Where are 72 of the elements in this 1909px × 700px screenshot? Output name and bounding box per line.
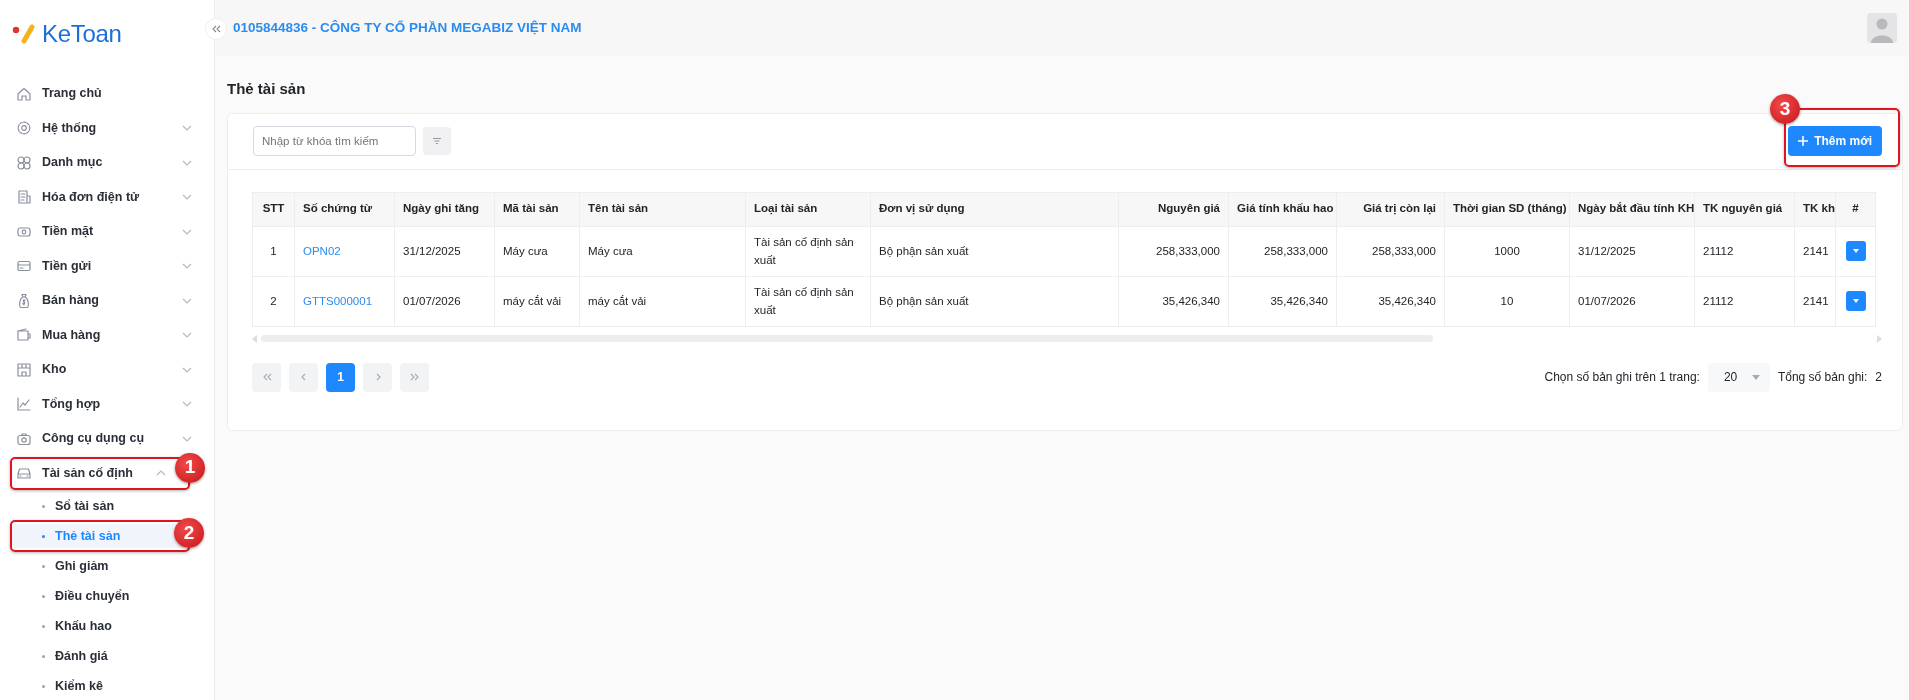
table-cell: máy cắt vải	[494, 276, 580, 326]
table-cell: 31/12/2025	[394, 226, 495, 276]
sidebar-item[interactable]: Tiền gửi	[0, 252, 204, 280]
sidebar-subitem[interactable]: Điều chuyển	[12, 584, 188, 608]
annotation-badge: 2	[174, 518, 204, 548]
total-label: Tổng số bản ghi:	[1777, 369, 1868, 386]
sidebar-item[interactable]: Tài sản cố định	[0, 459, 170, 487]
column-header: Thời gian SD (tháng)	[1444, 192, 1570, 226]
annotation-badge: 3	[1770, 94, 1801, 124]
sidebar-subitem[interactable]: Đánh giá	[12, 644, 188, 668]
table-cell: 21112	[1694, 276, 1795, 326]
company-name: 0105844836 - CÔNG TY CỔ PHẦN MEGABIZ VIỆT NAM	[233, 18, 582, 37]
table-cell: 258,333,000	[1228, 226, 1337, 276]
table-cell: Tài sản cố định sản xuất	[745, 276, 871, 326]
sidebar-item[interactable]: Trang chủ	[0, 80, 204, 107]
column-header: Ngày bắt đầu tính KH	[1569, 192, 1695, 226]
column-header: #	[1835, 192, 1876, 226]
annotation-badge: 1	[175, 452, 205, 483]
table-cell: 35,426,340	[1118, 276, 1229, 326]
table-cell: 10	[1444, 276, 1570, 326]
column-header: Ngày ghi tăng	[394, 192, 495, 226]
table-cell: 01/07/2026	[394, 276, 495, 326]
column-header: TK kh	[1794, 192, 1836, 226]
sidebar-item[interactable]: Danh mục	[0, 149, 204, 176]
search-field[interactable]: Nhập từ khóa tìm kiếm	[253, 126, 416, 156]
column-header: Nguyên giá	[1118, 192, 1229, 226]
sidebar-subitem[interactable]: Sổ tài sản	[12, 494, 188, 518]
table-cell: 258,333,000	[1118, 226, 1229, 276]
table-cell: 21112	[1694, 226, 1795, 276]
table-cell: 1	[252, 226, 295, 276]
sidebar-subitem[interactable]: Khấu hao	[12, 614, 188, 638]
table-cell: 2141	[1794, 226, 1836, 276]
page-title: Thẻ tài sản	[227, 79, 307, 99]
column-header: Số chứng từ	[294, 192, 395, 226]
total-count: 2	[1875, 369, 1882, 386]
page-size-select[interactable]: 20	[1707, 362, 1770, 392]
table-cell: 31/12/2025	[1569, 226, 1695, 276]
table-cell: 2141	[1794, 276, 1836, 326]
table-cell: 1000	[1444, 226, 1570, 276]
column-header: Tên tài sản	[579, 192, 746, 226]
table-cell: 35,426,340	[1228, 276, 1337, 326]
table-cell: 35,426,340	[1336, 276, 1445, 326]
sidebar-item[interactable]: Kho	[0, 356, 204, 383]
sidebar-item[interactable]: Hóa đơn điện tử	[0, 183, 204, 211]
table-cell: 2	[252, 276, 295, 326]
sidebar-item[interactable]: Bán hàng	[0, 287, 204, 314]
document-link[interactable]: GTTS000001	[303, 294, 373, 307]
sidebar-subitem[interactable]: Kiểm kê	[12, 674, 188, 698]
column-header: TK nguyên giá	[1694, 192, 1795, 226]
column-header: Giá trị còn lại	[1336, 192, 1445, 226]
table-cell: 01/07/2026	[1569, 276, 1695, 326]
table-cell: Bộ phận sản xuất	[870, 276, 1119, 326]
sidebar-item[interactable]: Tổng hợp	[0, 390, 204, 418]
column-header: Giá tính khấu hao	[1228, 192, 1337, 226]
table-cell: Tài sản cố định sản xuất	[745, 226, 871, 276]
table-cell: Máy cưa	[494, 226, 580, 276]
sidebar-subitem[interactable]: Ghi giảm	[12, 554, 188, 578]
column-header: STT	[252, 192, 295, 226]
page-size-label: Chọn số bản ghi trên 1 trang:	[1544, 369, 1700, 386]
column-header: Loại tài sản	[745, 192, 871, 226]
logo-text: KeToan	[42, 19, 122, 49]
table-cell: Máy cưa	[579, 226, 746, 276]
sidebar-item[interactable]: Mua hàng	[0, 321, 204, 349]
document-link[interactable]: OPN02	[303, 244, 341, 257]
sidebar-item[interactable]: Công cụ dụng cụ	[0, 425, 204, 452]
table-cell: Bộ phận sản xuất	[870, 226, 1119, 276]
column-header: Mã tài sản	[494, 192, 580, 226]
table-cell: máy cắt vải	[579, 276, 746, 326]
table-cell: 258,333,000	[1336, 226, 1445, 276]
sidebar-item[interactable]: Tiền mặt	[0, 218, 204, 245]
column-header: Đơn vị sử dụng	[870, 192, 1119, 226]
sidebar-item[interactable]: Hệ thống	[0, 114, 204, 142]
